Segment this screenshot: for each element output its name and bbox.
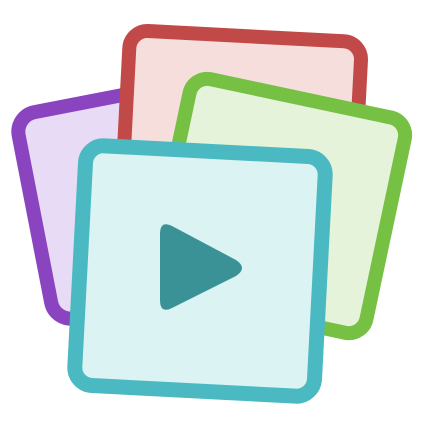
stacked-video-cards-icon	[11, 24, 413, 404]
app-icon	[0, 0, 434, 434]
